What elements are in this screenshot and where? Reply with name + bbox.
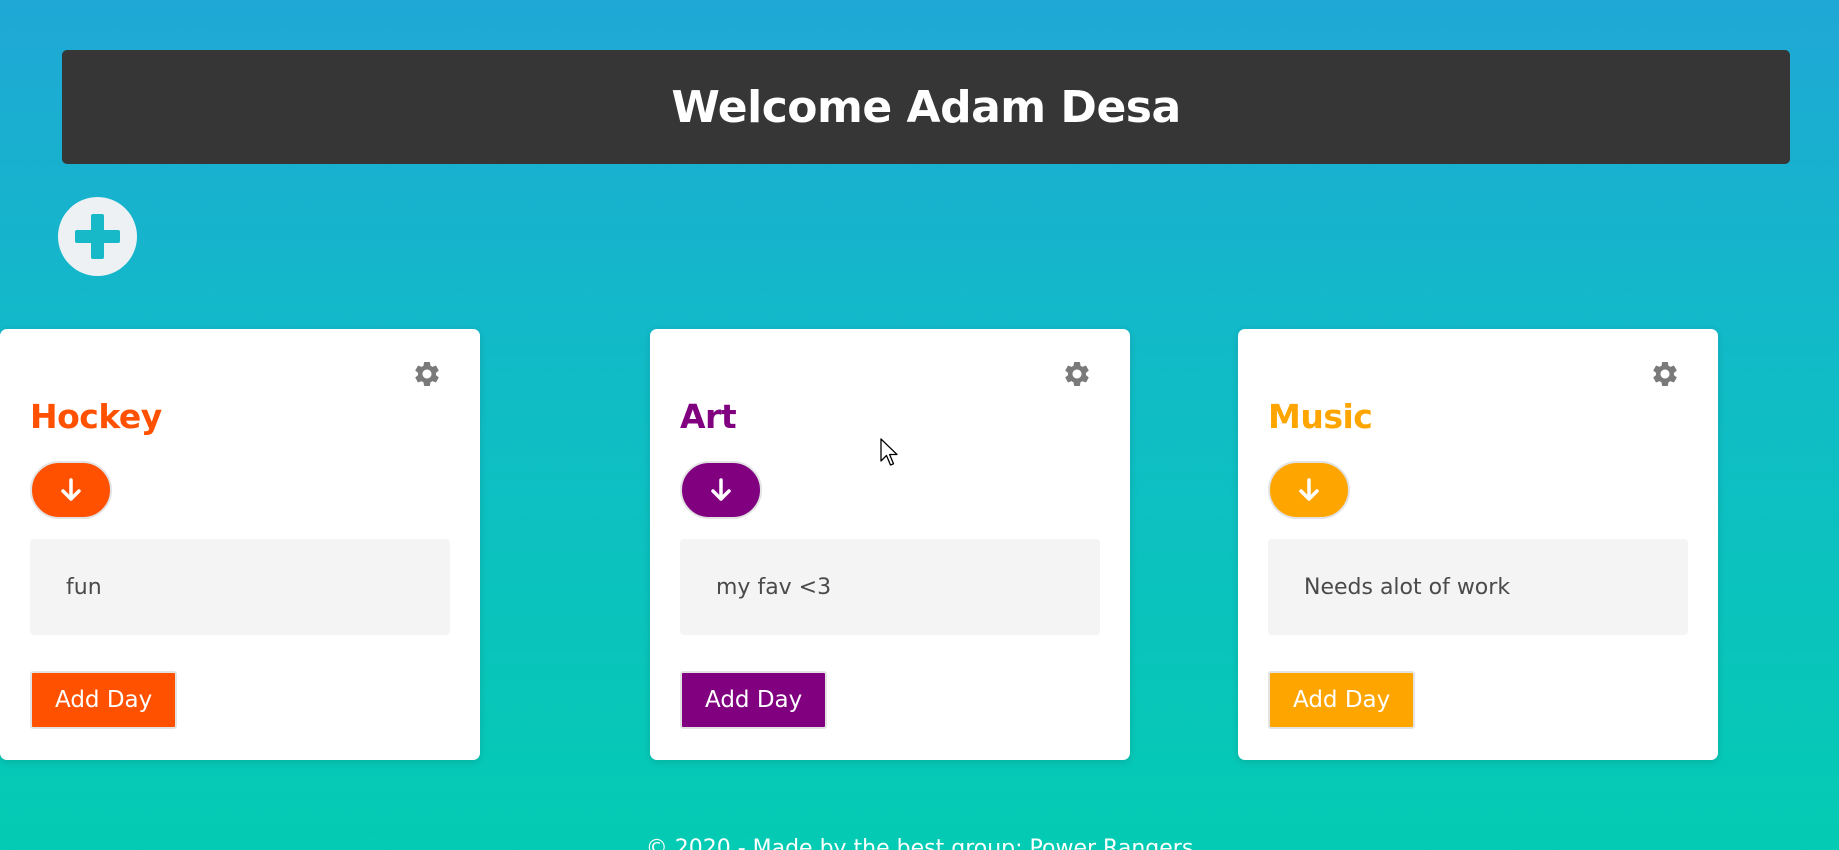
habit-card-hockey: Hockey fun Add Day [0, 329, 480, 760]
habit-note-text: fun [66, 574, 102, 600]
add-day-button[interactable]: Add Day [680, 671, 828, 729]
expand-toggle-button[interactable] [30, 461, 112, 519]
gear-icon[interactable] [412, 359, 442, 389]
arrow-down-icon [61, 478, 81, 501]
gear-icon[interactable] [1062, 359, 1092, 389]
expand-toggle-button[interactable] [1268, 461, 1350, 519]
arrow-down-icon [711, 478, 731, 501]
page-header: Welcome Adam Desa [62, 50, 1790, 164]
page-title: Welcome Adam Desa [671, 81, 1181, 133]
add-day-button[interactable]: Add Day [30, 671, 178, 729]
habit-card-art: Art my fav <3 Add Day [650, 329, 1130, 760]
footer-copyright: © 2020 - Made by the best group: Power R… [645, 836, 1194, 850]
add-habit-button[interactable] [58, 197, 137, 276]
add-day-button[interactable]: Add Day [1268, 671, 1416, 729]
habit-note-text: Needs alot of work [1304, 574, 1511, 600]
habit-title: Art [680, 397, 737, 436]
arrow-down-icon [1299, 478, 1319, 501]
habit-note-text: my fav <3 [716, 574, 832, 600]
habit-title: Hockey [30, 397, 162, 436]
expand-toggle-button[interactable] [680, 461, 762, 519]
habit-title: Music [1268, 397, 1373, 436]
habit-note: fun [30, 539, 450, 635]
plus-icon [75, 214, 120, 259]
habit-note: Needs alot of work [1268, 539, 1688, 635]
habit-note: my fav <3 [680, 539, 1100, 635]
habit-card-music: Music Needs alot of work Add Day [1238, 329, 1718, 760]
gear-icon[interactable] [1650, 359, 1680, 389]
